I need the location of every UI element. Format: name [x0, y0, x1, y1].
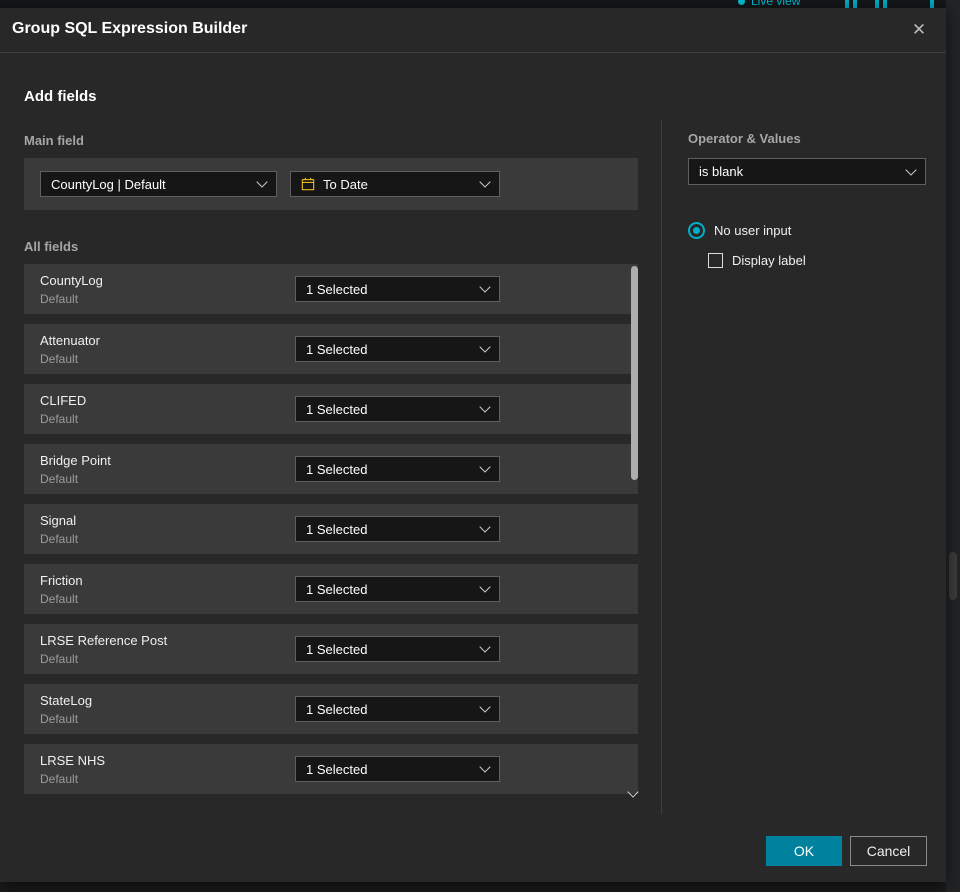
screen: Live view Group SQL Expression Builder ✕…: [0, 0, 960, 892]
field-row: LRSE Reference Post Default 1 Selected: [24, 624, 638, 674]
chevron-down-icon: [479, 401, 491, 413]
chevron-down-icon: [479, 341, 491, 353]
field-subtitle: Default: [40, 292, 79, 306]
checkbox-unchecked-icon: [708, 253, 723, 268]
ok-button[interactable]: OK: [766, 836, 842, 866]
main-field-dropdown[interactable]: CountyLog | Default: [40, 171, 277, 197]
cancel-button[interactable]: Cancel: [850, 836, 927, 866]
live-view-label: Live view: [751, 0, 801, 8]
dialog-header: Group SQL Expression Builder ✕: [0, 8, 946, 53]
live-view-indicator: Live view: [738, 0, 800, 8]
selected-count-label: 1 Selected: [306, 401, 368, 417]
field-name: CLIFED: [40, 393, 87, 408]
topbar-pause-icon[interactable]: [853, 0, 857, 8]
app-topbar: Live view: [0, 0, 960, 8]
field-row: StateLog Default 1 Selected: [24, 684, 638, 734]
field-selected-dropdown[interactable]: 1 Selected: [295, 336, 500, 362]
field-subtitle: Default: [40, 532, 79, 546]
field-selected-dropdown[interactable]: 1 Selected: [295, 696, 500, 722]
field-selected-dropdown[interactable]: 1 Selected: [295, 636, 500, 662]
field-row: Bridge Point Default 1 Selected: [24, 444, 638, 494]
field-name: CountyLog: [40, 273, 103, 288]
field-row: Attenuator Default 1 Selected: [24, 324, 638, 374]
group-sql-expression-builder-dialog: Group SQL Expression Builder ✕ Add field…: [0, 8, 946, 882]
calendar-icon: [301, 177, 315, 191]
chevron-down-icon: [905, 163, 917, 176]
field-subtitle: Default: [40, 652, 79, 666]
chevron-down-icon: [256, 176, 268, 188]
date-field-value: To Date: [323, 176, 368, 192]
field-subtitle: Default: [40, 712, 79, 726]
operator-value: is blank: [699, 164, 744, 179]
display-label-text: Display label: [732, 253, 806, 268]
background-scrollbar-thumb[interactable]: [949, 552, 957, 600]
main-field-label: Main field: [24, 133, 84, 148]
selected-count-label: 1 Selected: [306, 761, 368, 777]
selected-count-label: 1 Selected: [306, 521, 368, 537]
field-selected-dropdown[interactable]: 1 Selected: [295, 276, 500, 302]
field-selected-dropdown[interactable]: 1 Selected: [295, 396, 500, 422]
operator-values-label: Operator & Values: [688, 131, 801, 146]
no-user-input-radio[interactable]: No user input: [688, 222, 791, 239]
topbar-pause-icon[interactable]: [883, 0, 887, 8]
field-subtitle: Default: [40, 412, 79, 426]
selected-count-label: 1 Selected: [306, 641, 368, 657]
live-view-dot: [738, 0, 745, 5]
field-row: CLIFED Default 1 Selected: [24, 384, 638, 434]
column-divider: [661, 120, 662, 814]
field-subtitle: Default: [40, 472, 79, 486]
all-fields-list: CountyLog Default 1 Selected Attenuator …: [24, 264, 638, 804]
field-name: LRSE Reference Post: [40, 633, 168, 648]
field-subtitle: Default: [40, 772, 79, 786]
field-subtitle: Default: [40, 592, 79, 606]
chevron-down-icon: [479, 461, 491, 473]
operator-dropdown[interactable]: is blank: [688, 158, 926, 185]
chevron-down-icon: [479, 521, 491, 533]
field-name: StateLog: [40, 693, 93, 708]
close-icon[interactable]: ✕: [906, 17, 932, 43]
field-row: Friction Default 1 Selected: [24, 564, 638, 614]
selected-count-label: 1 Selected: [306, 581, 368, 597]
field-row: Signal Default 1 Selected: [24, 504, 638, 554]
selected-count-label: 1 Selected: [306, 701, 368, 717]
field-name: LRSE NHS: [40, 753, 106, 768]
topbar-pause-icon[interactable]: [875, 0, 879, 8]
display-label-checkbox[interactable]: Display label: [708, 253, 806, 268]
background-scroll-area: [946, 0, 960, 892]
chevron-down-icon: [479, 701, 491, 713]
field-name: Signal: [40, 513, 77, 528]
main-field-value: CountyLog | Default: [51, 176, 166, 192]
field-name: Bridge Point: [40, 453, 111, 468]
date-field-dropdown[interactable]: To Date: [290, 171, 500, 197]
selected-count-label: 1 Selected: [306, 341, 368, 357]
chevron-down-icon: [479, 581, 491, 593]
field-subtitle: Default: [40, 352, 79, 366]
dialog-title: Group SQL Expression Builder: [12, 20, 248, 37]
chevron-down-icon: [479, 176, 491, 188]
field-row: CountyLog Default 1 Selected: [24, 264, 638, 314]
field-name: Attenuator: [40, 333, 100, 348]
field-name: Friction: [40, 573, 83, 588]
selected-count-label: 1 Selected: [306, 281, 368, 297]
field-selected-dropdown[interactable]: 1 Selected: [295, 576, 500, 602]
field-selected-dropdown[interactable]: 1 Selected: [295, 456, 500, 482]
selected-count-label: 1 Selected: [306, 461, 368, 477]
chevron-down-icon: [479, 761, 491, 773]
field-row: LRSE NHS Default 1 Selected: [24, 744, 638, 794]
topbar-bar-icon[interactable]: [930, 0, 934, 8]
add-fields-heading: Add fields: [24, 88, 97, 105]
radio-selected-icon: [688, 222, 705, 239]
chevron-down-icon: [479, 281, 491, 293]
field-selected-dropdown[interactable]: 1 Selected: [295, 756, 500, 782]
all-fields-label: All fields: [24, 239, 79, 254]
list-scrollbar-thumb[interactable]: [631, 266, 638, 480]
field-selected-dropdown[interactable]: 1 Selected: [295, 516, 500, 542]
no-user-input-label: No user input: [714, 223, 792, 238]
chevron-down-icon: [479, 641, 491, 653]
topbar-pause-icon[interactable]: [845, 0, 849, 8]
main-field-row: CountyLog | Default To Date: [24, 158, 638, 210]
